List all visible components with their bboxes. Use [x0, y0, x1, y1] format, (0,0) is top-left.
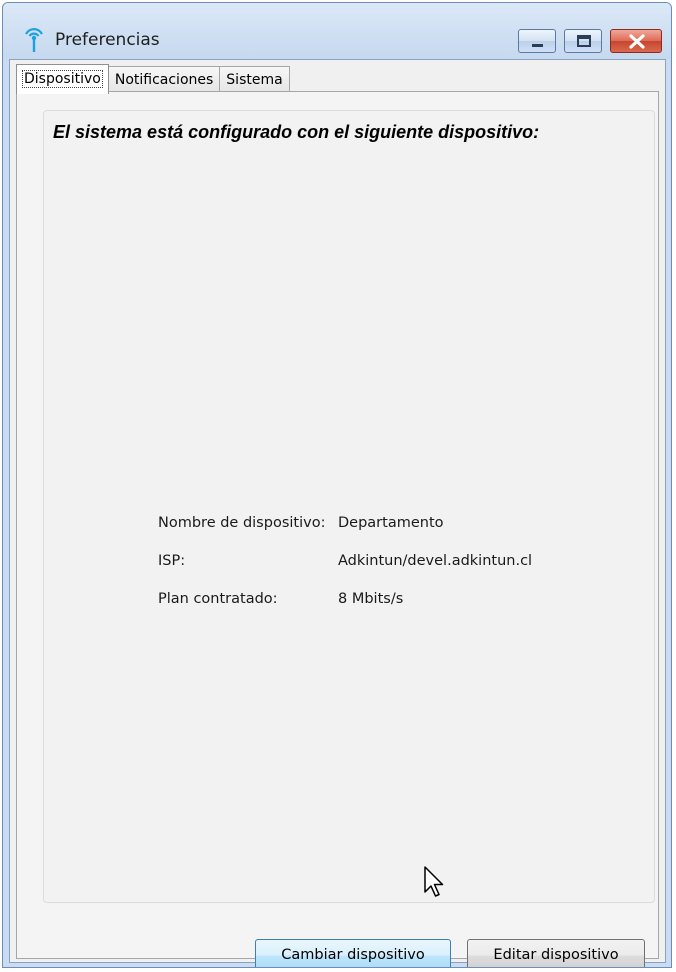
isp-label: ISP:	[158, 553, 186, 569]
change-device-button[interactable]: Cambiar dispositivo	[255, 939, 451, 967]
device-name-label: Nombre de dispositivo:	[158, 515, 326, 531]
window-client-area: Dispositivo Notificaciones Sistema El si…	[9, 59, 666, 967]
tab-dispositivo[interactable]: Dispositivo	[16, 64, 109, 94]
device-heading: El sistema está configurado con el sigui…	[53, 122, 540, 142]
close-button[interactable]	[610, 29, 662, 53]
tab-strip: Dispositivo Notificaciones Sistema	[16, 64, 290, 94]
tab-page-dispositivo: El sistema está configurado con el sigui…	[16, 91, 659, 967]
tab-notificaciones[interactable]: Notificaciones	[107, 66, 221, 92]
tab-sistema[interactable]: Sistema	[219, 66, 290, 92]
edit-device-button[interactable]: Editar dispositivo	[467, 939, 645, 967]
plan-label: Plan contratado:	[158, 591, 278, 607]
mouse-cursor-icon	[424, 866, 444, 897]
tab-label: Dispositivo	[22, 70, 103, 88]
tab-label: Sistema	[226, 72, 283, 88]
preferences-window: Preferencias Dispositivo Notificaciones	[2, 2, 672, 968]
plan-value: 8 Mbits/s	[338, 591, 404, 607]
isp-value: Adkintun/devel.adkintun.cl	[338, 553, 533, 569]
title-bar[interactable]: Preferencias	[3, 3, 671, 59]
minimize-icon	[532, 44, 543, 47]
close-icon	[629, 34, 645, 49]
maximize-icon	[577, 35, 591, 47]
antenna-icon	[25, 28, 43, 52]
tab-label: Notificaciones	[114, 72, 214, 88]
device-name-value: Departamento	[338, 515, 444, 531]
maximize-button[interactable]	[564, 29, 602, 53]
window-title: Preferencias	[55, 30, 160, 50]
device-group-box	[43, 110, 655, 903]
minimize-button[interactable]	[518, 29, 556, 53]
